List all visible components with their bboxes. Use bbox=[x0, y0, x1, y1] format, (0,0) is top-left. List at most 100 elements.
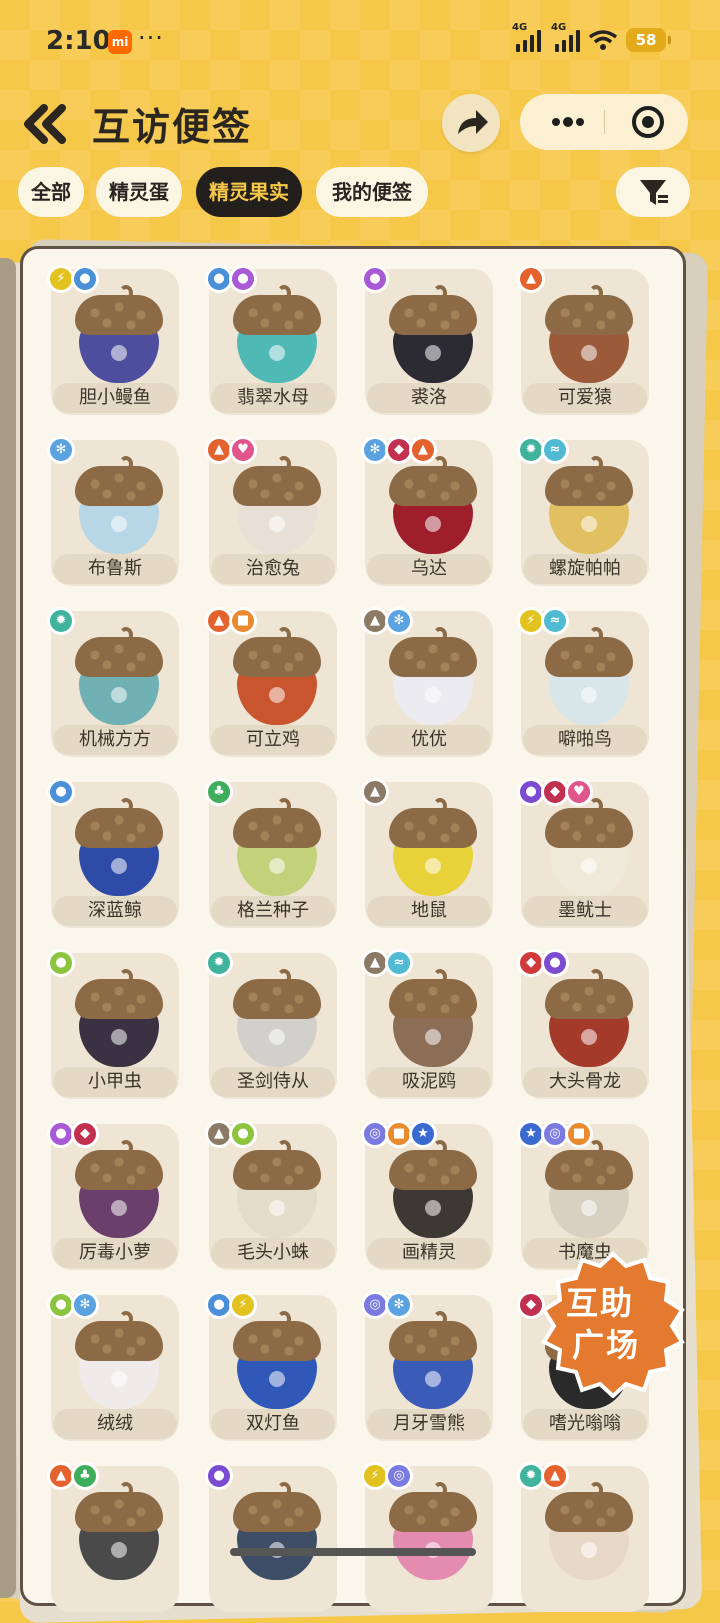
fruit-card[interactable]: ◎ ✻ 月牙雪熊 bbox=[361, 1291, 493, 1441]
acorn-stem bbox=[277, 1311, 291, 1327]
fruit-card[interactable]: ▲ ≈ 吸泥鸥 bbox=[361, 949, 493, 1099]
filter-button[interactable] bbox=[616, 167, 690, 217]
tab-my-notes[interactable]: 我的便签 bbox=[316, 167, 428, 217]
fruit-card[interactable]: ✻ ◆ ▲ 乌达 bbox=[361, 436, 493, 586]
acorn-marking bbox=[581, 687, 597, 703]
acorn-stem bbox=[589, 1482, 603, 1498]
acorn-fruit-icon bbox=[233, 1140, 321, 1238]
attribute-badges: ● ✻ bbox=[47, 1291, 99, 1319]
fruit-card[interactable]: ● ◆ ♥ 墨鱿士 bbox=[517, 778, 649, 928]
attribute-badges: ✹ bbox=[205, 949, 233, 977]
fruit-name: 布鲁斯 bbox=[53, 554, 177, 584]
fruit-card[interactable]: ▲ ● 毛头小蛛 bbox=[205, 1120, 337, 1270]
acorn-fruit-icon bbox=[545, 456, 633, 554]
fire-type-icon: ▲ bbox=[517, 265, 545, 293]
fruit-card[interactable]: ⚡ ≈ 噼啪鸟 bbox=[517, 607, 649, 757]
fruit-card[interactable]: ● ● 翡翠水母 bbox=[205, 265, 337, 415]
acorn-marking bbox=[111, 516, 127, 532]
attribute-badges: ⚡ ● bbox=[47, 265, 99, 293]
fruit-card[interactable]: ▲ ♥ 治愈兔 bbox=[205, 436, 337, 586]
help-plaza-button[interactable]: 互助 广场 bbox=[538, 1248, 688, 1399]
fire-type-icon: ▲ bbox=[541, 1462, 569, 1490]
fruit-name: 地鼠 bbox=[367, 896, 491, 926]
ghost-type-icon: ● bbox=[205, 1462, 233, 1490]
acorn-marking bbox=[269, 687, 285, 703]
fruit-card[interactable]: ▲ ✻ 优优 bbox=[361, 607, 493, 757]
fruit-card[interactable]: ● 小甲虫 bbox=[47, 949, 179, 1099]
fruit-card[interactable]: ▲ 地鼠 bbox=[361, 778, 493, 928]
fruit-card[interactable]: ● ◆ 厉毒小萝 bbox=[47, 1120, 179, 1270]
fruit-name: 优优 bbox=[367, 725, 491, 755]
share-button[interactable] bbox=[442, 94, 500, 152]
back-icon[interactable] bbox=[20, 100, 72, 148]
fruit-card[interactable]: ▲ 可爱猿 bbox=[517, 265, 649, 415]
fruit-name: 螺旋帕帕 bbox=[523, 554, 647, 584]
fruit-name: 格兰种子 bbox=[211, 896, 335, 926]
close-miniprogram-icon[interactable] bbox=[632, 106, 664, 138]
fruit-card[interactable]: ♣ 格兰种子 bbox=[205, 778, 337, 928]
machine-type-icon: ✹ bbox=[205, 949, 233, 977]
network-type-2: 4G bbox=[551, 22, 567, 33]
fruit-name: 大头骨龙 bbox=[523, 1067, 647, 1097]
attribute-badges: ▲ ♥ bbox=[205, 436, 257, 464]
attribute-badges: ⚡ ≈ bbox=[517, 607, 569, 635]
fruit-card[interactable]: ◎ ■ ★ 画精灵 bbox=[361, 1120, 493, 1270]
fruit-card[interactable]: ▲ ♣ bbox=[47, 1462, 179, 1612]
acorn-fruit-icon bbox=[75, 798, 163, 896]
more-icon[interactable] bbox=[546, 104, 590, 140]
acorn-fruit-icon bbox=[389, 969, 477, 1067]
attribute-badges: ● ⚡ bbox=[205, 1291, 257, 1319]
attribute-badges: ▲ bbox=[361, 778, 389, 806]
fruit-name: 裘洛 bbox=[367, 383, 491, 413]
water-type-icon: ● bbox=[47, 778, 75, 806]
fruit-card[interactable]: ◆ ● 大头骨龙 bbox=[517, 949, 649, 1099]
fruit-card[interactable]: ● 裘洛 bbox=[361, 265, 493, 415]
tab-spirit-fruit[interactable]: 精灵果实 bbox=[196, 167, 302, 217]
signal-icon: 4G bbox=[512, 22, 541, 52]
tab-all[interactable]: 全部 bbox=[18, 167, 84, 217]
fruit-name: 圣剑侍从 bbox=[211, 1067, 335, 1097]
fruit-card[interactable]: ● 深蓝鲸 bbox=[47, 778, 179, 928]
fruit-card[interactable]: ● ✻ 绒绒 bbox=[47, 1291, 179, 1441]
fruit-card[interactable]: ⚡ ● 胆小鳗鱼 bbox=[47, 265, 179, 415]
poison-type-icon: ● bbox=[361, 265, 389, 293]
acorn-fruit-icon bbox=[389, 627, 477, 725]
acorn-marking bbox=[425, 1200, 441, 1216]
home-indicator[interactable] bbox=[230, 1548, 476, 1556]
acorn-cap bbox=[545, 466, 633, 506]
attribute-badges: ▲ ✻ bbox=[361, 607, 413, 635]
acorn-cap bbox=[389, 979, 477, 1019]
acorn-cap bbox=[545, 1492, 633, 1532]
fruit-card[interactable]: ✹ ≈ 螺旋帕帕 bbox=[517, 436, 649, 586]
fruit-card[interactable]: ▲ ■ 可立鸡 bbox=[205, 607, 337, 757]
fruit-card[interactable]: ✻ 布鲁斯 bbox=[47, 436, 179, 586]
fruit-card[interactable]: ● ⚡ 双灯鱼 bbox=[205, 1291, 337, 1441]
fruit-card[interactable]: ⚡ ◎ bbox=[361, 1462, 493, 1612]
acorn-fruit-icon bbox=[233, 285, 321, 383]
attribute-badges: ✹ ▲ bbox=[517, 1462, 569, 1490]
fruit-card[interactable]: ✹ 圣剑侍从 bbox=[205, 949, 337, 1099]
acorn-marking bbox=[111, 1542, 127, 1558]
acorn-marking bbox=[425, 516, 441, 532]
acorn-fruit-icon bbox=[233, 1482, 321, 1580]
filter-icon bbox=[640, 180, 668, 205]
acorn-cap bbox=[75, 637, 163, 677]
fruit-card[interactable]: ✹ ▲ bbox=[517, 1462, 649, 1612]
fruit-name: 治愈兔 bbox=[211, 554, 335, 584]
tab-spirit-egg[interactable]: 精灵蛋 bbox=[96, 167, 182, 217]
bug-type-icon: ● bbox=[47, 949, 75, 977]
attribute-badges: ▲ ≈ bbox=[361, 949, 413, 977]
acorn-cap bbox=[233, 1150, 321, 1190]
acorn-cap bbox=[233, 637, 321, 677]
acorn-fruit-icon bbox=[75, 969, 163, 1067]
acorn-stem bbox=[589, 285, 603, 301]
fruit-card[interactable]: ✹ 机械方方 bbox=[47, 607, 179, 757]
acorn-stem bbox=[433, 456, 447, 472]
mini-program-capsule bbox=[520, 94, 688, 150]
acorn-stem bbox=[589, 1140, 603, 1156]
acorn-cap bbox=[233, 1492, 321, 1532]
fruit-card[interactable]: ● bbox=[205, 1462, 337, 1612]
status-bar: 2:10 mi ··· 4G 4G 58 bbox=[0, 0, 720, 84]
fruit-name: 噼啪鸟 bbox=[523, 725, 647, 755]
attribute-badges: ● ◆ bbox=[47, 1120, 99, 1148]
